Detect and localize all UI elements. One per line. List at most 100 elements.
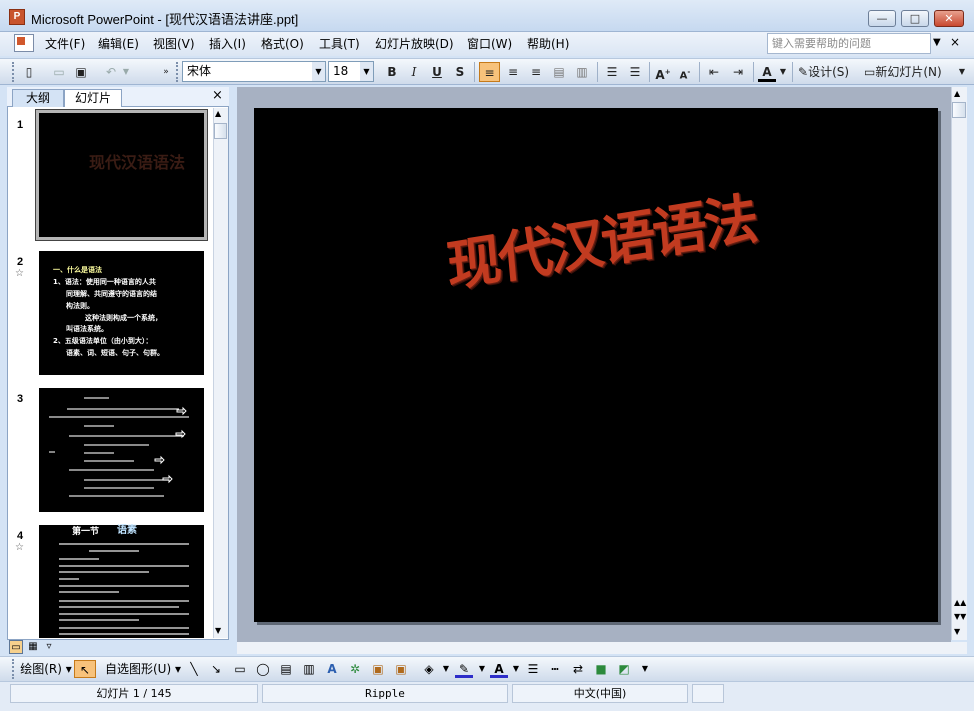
textbox-icon[interactable]: ▤ bbox=[277, 660, 295, 678]
draw-menu-button[interactable]: 绘图(R) ▾ bbox=[20, 660, 72, 678]
increase-indent-icon[interactable]: ⇥ bbox=[728, 62, 748, 82]
chevron-down-icon[interactable]: ▼ bbox=[360, 62, 373, 81]
toolbar-grip[interactable] bbox=[176, 62, 180, 82]
thumbnail-scrollbar[interactable] bbox=[213, 108, 228, 638]
shadow-button[interactable]: S bbox=[452, 62, 468, 82]
help-search-input[interactable]: 键入需要帮助的问题 bbox=[767, 33, 931, 54]
toolbar-grip[interactable] bbox=[12, 659, 16, 679]
vertical-textbox-icon[interactable]: ▥ bbox=[300, 660, 318, 678]
scrollbar-thumb[interactable] bbox=[214, 123, 227, 139]
rectangle-icon[interactable]: ▭ bbox=[231, 660, 249, 678]
picture-icon[interactable]: ▣ bbox=[392, 660, 410, 678]
arrow-icon[interactable]: ↘ bbox=[208, 660, 224, 678]
line-icon[interactable]: ╲ bbox=[186, 660, 202, 678]
normal-view-icon[interactable]: ▭ bbox=[9, 640, 23, 654]
clipart-icon[interactable]: ▣ bbox=[369, 660, 387, 678]
design-button[interactable]: ✎设计(S) bbox=[798, 62, 858, 82]
draw-label: 绘图(R) bbox=[20, 662, 62, 676]
slide-thumbnail-2[interactable]: 一、什么是语法 1、语法：使用同一种语言的人共 同理解、共同遵守的语言的结 构法… bbox=[39, 251, 204, 375]
arrow-style-icon[interactable]: ⇄ bbox=[569, 660, 587, 678]
slide-scrollbar[interactable] bbox=[951, 87, 967, 640]
line-style-icon[interactable]: ☰ bbox=[524, 660, 542, 678]
wordart-icon[interactable]: A bbox=[323, 660, 341, 678]
menu-slideshow[interactable]: 幻灯片放映(D) bbox=[375, 37, 454, 51]
chevron-down-icon[interactable]: ▼ bbox=[120, 62, 132, 82]
current-slide[interactable] bbox=[254, 108, 938, 622]
minimize-button[interactable]: — bbox=[868, 10, 896, 27]
close-icon[interactable]: × bbox=[950, 35, 960, 49]
italic-button[interactable]: I bbox=[406, 62, 422, 82]
font-color-icon[interactable]: A bbox=[758, 62, 776, 82]
menu-tools[interactable]: 工具(T) bbox=[319, 37, 360, 51]
scrollbar-thumb[interactable] bbox=[952, 102, 966, 118]
decrease-font-icon[interactable]: A- bbox=[676, 62, 694, 82]
numbering-icon[interactable]: ☰ bbox=[602, 62, 622, 82]
toolbar-options-icon[interactable]: ▼ bbox=[640, 660, 650, 678]
chevron-down-icon[interactable]: ▼ bbox=[511, 660, 521, 678]
oval-icon[interactable]: ◯ bbox=[254, 660, 272, 678]
chevron-down-icon[interactable]: ▼ bbox=[778, 62, 788, 82]
menu-format[interactable]: 格式(O) bbox=[261, 37, 304, 51]
toolbar-options-icon[interactable]: ▼ bbox=[957, 62, 967, 82]
dash-style-icon[interactable]: ┅ bbox=[546, 660, 564, 678]
menu-edit[interactable]: 编辑(E) bbox=[98, 37, 139, 51]
powerpoint-icon[interactable]: P bbox=[9, 9, 25, 25]
align-center-icon[interactable]: ≡ bbox=[503, 62, 523, 82]
menu-file[interactable]: 文件(F) bbox=[45, 37, 85, 51]
align-right-icon[interactable]: ≡ bbox=[526, 62, 546, 82]
document-icon[interactable] bbox=[14, 34, 34, 52]
new-slide-button[interactable]: ▭新幻灯片(N) bbox=[864, 62, 952, 82]
tab-outline[interactable]: 大纲 bbox=[12, 89, 64, 107]
scroll-down-icon[interactable]: ▼ bbox=[954, 627, 960, 636]
close-icon[interactable]: × bbox=[212, 88, 223, 103]
shadow-style-icon[interactable]: ■ bbox=[592, 660, 610, 678]
maximize-button[interactable]: □ bbox=[901, 10, 929, 27]
new-file-icon[interactable]: ▯ bbox=[20, 62, 38, 82]
copy-icon[interactable]: ▭ bbox=[50, 62, 68, 82]
paste-icon[interactable]: ▣ bbox=[72, 62, 90, 82]
justify-icon[interactable]: ▤ bbox=[549, 62, 569, 82]
toolbar-options-icon[interactable]: » bbox=[160, 62, 172, 82]
3d-style-icon[interactable]: ◩ bbox=[615, 660, 633, 678]
horizontal-scrollbar[interactable] bbox=[237, 642, 967, 654]
previous-slide-icon[interactable]: ▲▲ bbox=[954, 598, 966, 607]
fill-color-icon[interactable]: ◈ bbox=[420, 660, 438, 678]
scroll-up-icon[interactable]: ▲ bbox=[215, 109, 221, 118]
slide-thumbnail-3[interactable] bbox=[39, 388, 204, 512]
slide-sorter-icon[interactable]: ▦ bbox=[26, 640, 40, 654]
diagram-icon[interactable]: ✲ bbox=[346, 660, 364, 678]
decrease-indent-icon[interactable]: ⇤ bbox=[704, 62, 724, 82]
line-color-icon[interactable]: ✎ bbox=[455, 660, 473, 678]
animation-star-icon[interactable]: ☆ bbox=[15, 268, 24, 279]
chevron-down-icon[interactable]: ▼ bbox=[933, 37, 941, 48]
status-spellcheck bbox=[692, 684, 724, 703]
align-left-icon[interactable]: ≡ bbox=[479, 62, 500, 82]
tab-slides[interactable]: 幻灯片 bbox=[64, 89, 122, 107]
bullets-icon[interactable]: ☰ bbox=[625, 62, 645, 82]
menu-window[interactable]: 窗口(W) bbox=[467, 37, 512, 51]
slideshow-icon[interactable]: ▿ bbox=[42, 640, 56, 654]
menu-insert[interactable]: 插入(I) bbox=[209, 37, 246, 51]
font-select[interactable]: 宋体 bbox=[182, 61, 326, 82]
select-pointer-icon[interactable]: ↖ bbox=[74, 660, 96, 678]
scroll-down-icon[interactable]: ▼ bbox=[215, 626, 221, 635]
undo-icon[interactable]: ↶ bbox=[102, 62, 120, 82]
chevron-down-icon[interactable]: ▼ bbox=[441, 660, 451, 678]
distributed-icon[interactable]: ▥ bbox=[572, 62, 592, 82]
menu-help[interactable]: 帮助(H) bbox=[527, 37, 569, 51]
scroll-up-icon[interactable]: ▲ bbox=[954, 89, 960, 98]
underline-button[interactable]: U bbox=[429, 62, 445, 82]
toolbar-grip[interactable] bbox=[12, 62, 16, 82]
font-color-icon[interactable]: A bbox=[490, 660, 508, 678]
slide-thumbnail-4[interactable]: 第一节 语素 bbox=[39, 525, 204, 638]
close-button[interactable]: ✕ bbox=[934, 10, 964, 27]
chevron-down-icon[interactable]: ▼ bbox=[312, 62, 325, 81]
animation-star-icon[interactable]: ☆ bbox=[15, 542, 24, 553]
increase-font-icon[interactable]: A+ bbox=[654, 62, 672, 82]
menu-view[interactable]: 视图(V) bbox=[153, 37, 195, 51]
chevron-down-icon[interactable]: ▼ bbox=[477, 660, 487, 678]
bold-button[interactable]: B bbox=[384, 62, 400, 82]
next-slide-icon[interactable]: ▼▼ bbox=[954, 612, 966, 621]
autoshapes-menu-button[interactable]: 自选图形(U) ▾ bbox=[105, 660, 181, 678]
slide-thumbnail-1[interactable]: 现代汉语语法 bbox=[35, 109, 208, 241]
